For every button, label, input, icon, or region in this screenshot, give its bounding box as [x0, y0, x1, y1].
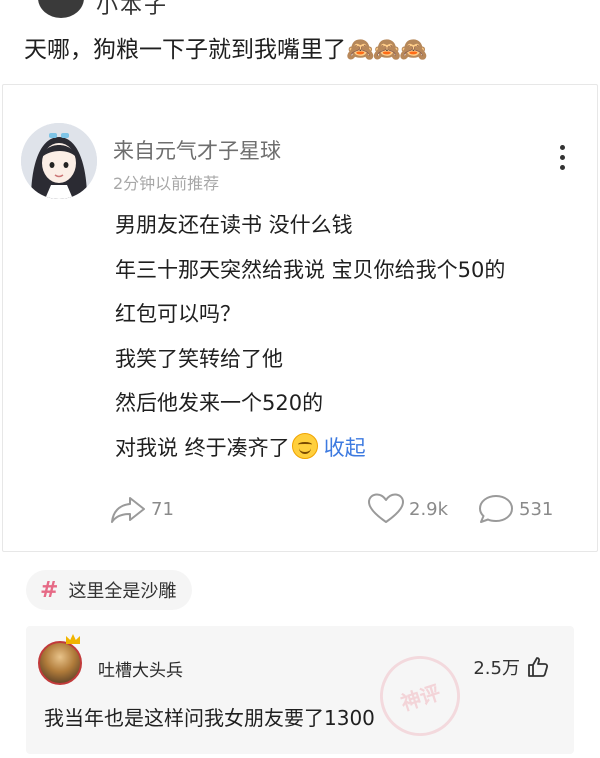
crown-icon — [66, 634, 80, 644]
post-line-last: 对我说 终于凑齐了 收起 — [115, 426, 585, 471]
action-bar: 71 2.9k 531 — [3, 493, 597, 529]
commenter-name[interactable]: 吐槽大头兵 — [98, 656, 183, 681]
avatar[interactable] — [21, 123, 97, 199]
topic-tag[interactable]: # 这里全是沙雕 — [26, 570, 193, 610]
comment-like-button[interactable]: 2.5万 — [473, 654, 550, 680]
thumbs-up-icon — [528, 657, 549, 677]
more-options-icon[interactable] — [557, 145, 567, 175]
comment-text: 我当年也是这样问我女朋友要了1300 — [44, 706, 375, 730]
comment-like-count: 2.5万 — [473, 658, 520, 679]
headline: 天哪，狗粮一下子就到我嘴里了🙈🙈🙈 — [24, 30, 428, 64]
previous-avatar[interactable] — [38, 0, 84, 18]
comment-button[interactable]: 531 — [477, 493, 553, 525]
author-name[interactable]: 来自元气才子星球 — [113, 135, 281, 165]
previous-username: 小本子 — [96, 0, 169, 19]
like-count: 2.9k — [409, 498, 449, 520]
post-line: 我笑了笑转给了他 — [115, 346, 283, 371]
post-line: 然后他发来一个520的 — [115, 391, 324, 415]
collapse-link[interactable]: 收起 — [324, 436, 366, 460]
share-count: 71 — [151, 498, 174, 520]
hashtag-icon: # — [40, 577, 59, 603]
post-line: 男朋友还在读书 没什么钱 — [115, 213, 353, 237]
hot-comment[interactable]: 神评 吐槽大头兵 2.5万 我当年也是这样问我女朋友要了1300 — [26, 626, 574, 754]
like-button[interactable]: 2.9k — [367, 493, 448, 525]
heart-icon — [368, 493, 404, 523]
comment-bubble-icon — [479, 495, 513, 523]
share-button[interactable]: 71 — [109, 493, 174, 525]
share-icon — [111, 497, 145, 523]
headline-text: 天哪，狗粮一下子就到我嘴里了 — [24, 37, 346, 63]
commenter-avatar[interactable] — [38, 641, 82, 685]
post-content: 男朋友还在读书 没什么钱 年三十那天突然给我说 宝贝你给我个50的 红包可以吗？… — [115, 203, 585, 470]
post-line: 红包可以吗？ — [115, 302, 241, 326]
post-line-text: 对我说 终于凑齐了 — [115, 435, 290, 460]
post-card[interactable]: 来自元气才子星球 2分钟以前推荐 男朋友还在读书 没什么钱 年三十那天突然给我说… — [2, 84, 598, 552]
see-no-evil-monkey-icon: 🙈🙈🙈 — [346, 37, 428, 63]
post-line: 年三十那天突然给我说 宝贝你给我个50的 — [115, 257, 506, 282]
comment-count: 531 — [519, 498, 554, 520]
post-time: 2分钟以前推荐 — [113, 174, 220, 193]
smile-emoji-icon — [291, 432, 318, 459]
topic-tag-label: 这里全是沙雕 — [68, 581, 177, 602]
top-comment-stamp: 神评 — [369, 645, 471, 747]
